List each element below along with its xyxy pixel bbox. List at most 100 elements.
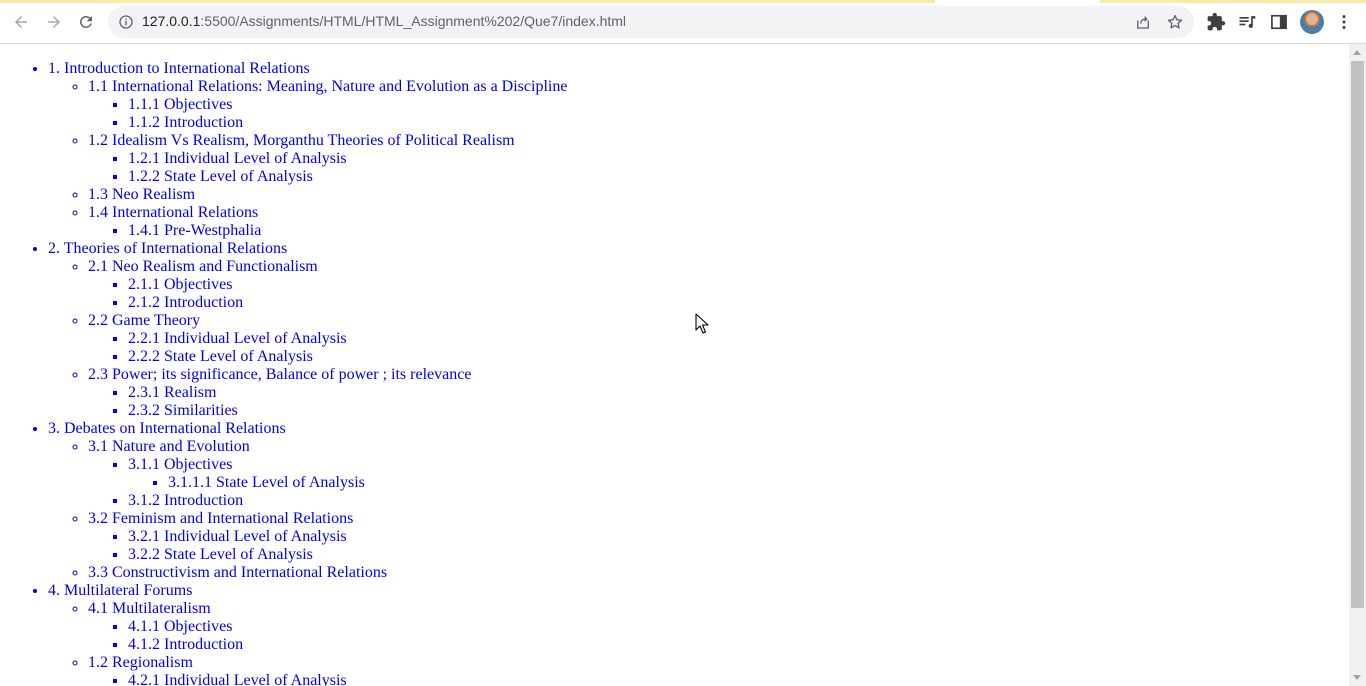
toc-link[interactable]: 1.2 Regionalism <box>88 654 193 671</box>
table-of-contents: 1. Introduction to International Relatio… <box>0 44 1349 686</box>
vertical-scrollbar[interactable] <box>1349 44 1366 686</box>
info-icon[interactable] <box>118 14 134 30</box>
toc-item-level-2: 3.1 Nature and Evolution3.1.1 Objectives… <box>88 438 1349 510</box>
toc-link[interactable]: 1.2.1 Individual Level of Analysis <box>128 150 347 167</box>
toc-link[interactable]: 2.3.1 Realism <box>128 384 216 401</box>
toc-item-level-3: 3.2.1 Individual Level of Analysis <box>128 528 1349 546</box>
toc-sublist: 4.2.1 Individual Level of Analysis <box>88 672 1349 686</box>
scroll-up-arrow-icon[interactable] <box>1353 50 1361 55</box>
toc-link[interactable]: 3.2.2 State Level of Analysis <box>128 546 313 563</box>
reload-button[interactable] <box>72 8 100 36</box>
arrow-left-icon <box>15 16 27 28</box>
toc-item-level-3: 1.1.2 Introduction <box>128 114 1349 132</box>
toc-sublist: 3.1.1 Objectives3.1.1.1 State Level of A… <box>88 456 1349 510</box>
toc-item-level-3: 2.3.1 Realism <box>128 384 1349 402</box>
toc-link[interactable]: 4. Multilateral Forums <box>48 582 192 599</box>
toc-sublist: 4.1 Multilateralism4.1.1 Objectives4.1.2… <box>48 600 1349 686</box>
toc-sublist: 1.2.1 Individual Level of Analysis1.2.2 … <box>88 150 1349 186</box>
toc-item-level-3: 4.1.2 Introduction <box>128 636 1349 654</box>
toc-sublist: 2.1.1 Objectives2.1.2 Introduction <box>88 276 1349 312</box>
toc-sublist: 3.2.1 Individual Level of Analysis3.2.2 … <box>88 528 1349 564</box>
toc-item-level-2: 2.1 Neo Realism and Functionalism2.1.1 O… <box>88 258 1349 312</box>
toc-link[interactable]: 2.3 Power; its significance, Balance of … <box>88 366 471 383</box>
toc-item-level-2: 1.2 Regionalism4.2.1 Individual Level of… <box>88 654 1349 686</box>
toc-link[interactable]: 3.1.2 Introduction <box>128 492 243 509</box>
browser-toolbar: 127.0.0.1:5500/Assignments/HTML/HTML_Ass… <box>0 0 1366 44</box>
toc-sublist: 1.1 International Relations: Meaning, Na… <box>48 78 1349 240</box>
toc-link[interactable]: 2.2.1 Individual Level of Analysis <box>128 330 347 347</box>
toc-link[interactable]: 1. Introduction to International Relatio… <box>48 60 310 77</box>
toc-item-level-2: 1.1 International Relations: Meaning, Na… <box>88 78 1349 132</box>
toc-link[interactable]: 2.2 Game Theory <box>88 312 200 329</box>
toc-sublist: 3.1.1.1 State Level of Analysis <box>128 474 1349 492</box>
toc-link[interactable]: 4.2.1 Individual Level of Analysis <box>128 672 347 686</box>
toc-link[interactable]: 1.1.1 Objectives <box>128 96 232 113</box>
toc-link[interactable]: 4.1.2 Introduction <box>128 636 243 653</box>
side-panel-icon[interactable] <box>1269 12 1289 32</box>
toc-link[interactable]: 3. Debates on International Relations <box>48 420 286 437</box>
scroll-down-arrow-icon[interactable] <box>1353 675 1361 680</box>
toc-link[interactable]: 1.2.2 State Level of Analysis <box>128 168 313 185</box>
address-bar[interactable]: 127.0.0.1:5500/Assignments/HTML/HTML_Ass… <box>108 6 1194 38</box>
avatar[interactable] <box>1300 10 1324 34</box>
toc-link[interactable]: 2.2.2 State Level of Analysis <box>128 348 313 365</box>
toc-link[interactable]: 1.1.2 Introduction <box>128 114 243 131</box>
toc-item-level-2: 2.2 Game Theory2.2.1 Individual Level of… <box>88 312 1349 366</box>
toc-link[interactable]: 1.2 Idealism Vs Realism, Morganthu Theor… <box>88 132 515 149</box>
toc-link[interactable]: 2.1.2 Introduction <box>128 294 243 311</box>
toc-link[interactable]: 2.3.2 Similarities <box>128 402 238 419</box>
toc-item-level-3: 2.3.2 Similarities <box>128 402 1349 420</box>
star-icon[interactable] <box>1166 13 1184 31</box>
toc-link[interactable]: 3.1.1.1 State Level of Analysis <box>168 474 365 491</box>
toc-item-level-2: 1.3 Neo Realism <box>88 186 1349 204</box>
toc-item-level-2: 1.4 International Relations1.4.1 Pre-Wes… <box>88 204 1349 240</box>
toc-item-level-3: 2.1.1 Objectives <box>128 276 1349 294</box>
toc-link[interactable]: 1.4 International Relations <box>88 204 258 221</box>
toc-item-level-2: 1.2 Idealism Vs Realism, Morganthu Theor… <box>88 132 1349 186</box>
kebab-menu-icon[interactable] <box>1334 12 1354 32</box>
mouse-pointer-icon <box>695 313 709 334</box>
toc-item-level-3: 1.2.2 State Level of Analysis <box>128 168 1349 186</box>
toc-link[interactable]: 4.1.1 Objectives <box>128 618 232 635</box>
toc-item-level-3: 3.1.2 Introduction <box>128 492 1349 510</box>
toc-link[interactable]: 2.1 Neo Realism and Functionalism <box>88 258 318 275</box>
toc-item-level-1: 4. Multilateral Forums4.1 Multilateralis… <box>48 582 1349 686</box>
toc-item-level-3: 3.2.2 State Level of Analysis <box>128 546 1349 564</box>
toc-item-level-4: 3.1.1.1 State Level of Analysis <box>168 474 1349 492</box>
toc-item-level-2: 4.1 Multilateralism4.1.1 Objectives4.1.2… <box>88 600 1349 654</box>
toc-link[interactable]: 1.1 International Relations: Meaning, Na… <box>88 78 567 95</box>
toc-sublist: 2.3.1 Realism2.3.2 Similarities <box>88 384 1349 420</box>
reload-icon <box>79 15 92 28</box>
toc-link[interactable]: 3.1 Nature and Evolution <box>88 438 250 455</box>
page-viewport: 1. Introduction to International Relatio… <box>0 44 1349 686</box>
toc-link[interactable]: 2. Theories of International Relations <box>48 240 287 257</box>
toc-link[interactable]: 3.2.1 Individual Level of Analysis <box>128 528 347 545</box>
media-queue-icon[interactable] <box>1237 12 1257 32</box>
back-button[interactable] <box>7 8 35 36</box>
toc-sublist: 3.1 Nature and Evolution3.1.1 Objectives… <box>48 438 1349 582</box>
toc-link[interactable]: 4.1 Multilateralism <box>88 600 211 617</box>
toc-item-level-3: 4.1.1 Objectives <box>128 618 1349 636</box>
toc-sublist: 1.4.1 Pre-Westphalia <box>88 222 1349 240</box>
toc-link[interactable]: 3.3 Constructivism and International Rel… <box>88 564 387 581</box>
toc-item-level-3: 1.1.1 Objectives <box>128 96 1349 114</box>
toc-item-level-3: 1.2.1 Individual Level of Analysis <box>128 150 1349 168</box>
loading-indicator <box>0 0 935 3</box>
toc-link[interactable]: 2.1.1 Objectives <box>128 276 232 293</box>
loading-indicator-secondary <box>1100 0 1366 3</box>
toc-item-level-3: 4.2.1 Individual Level of Analysis <box>128 672 1349 686</box>
toc-sublist: 2.1 Neo Realism and Functionalism2.1.1 O… <box>48 258 1349 420</box>
puzzle-icon[interactable] <box>1206 12 1226 32</box>
toc-link[interactable]: 1.4.1 Pre-Westphalia <box>128 222 261 239</box>
toc-link[interactable]: 3.2 Feminism and International Relations <box>88 510 353 527</box>
toc-item-level-3: 2.2.2 State Level of Analysis <box>128 348 1349 366</box>
toc-link[interactable]: 3.1.1 Objectives <box>128 456 232 473</box>
toc-item-level-1: 3. Debates on International Relations3.1… <box>48 420 1349 582</box>
scrollbar-thumb[interactable] <box>1351 61 1364 608</box>
forward-button[interactable] <box>40 8 68 36</box>
toc-sublist: 2.2.1 Individual Level of Analysis2.2.2 … <box>88 330 1349 366</box>
url-path: :5500/Assignments/HTML/HTML_Assignment%2… <box>200 13 627 29</box>
toc-link[interactable]: 1.3 Neo Realism <box>88 186 195 203</box>
share-icon[interactable] <box>1134 13 1152 31</box>
url-text[interactable]: 127.0.0.1:5500/Assignments/HTML/HTML_Ass… <box>142 13 626 29</box>
